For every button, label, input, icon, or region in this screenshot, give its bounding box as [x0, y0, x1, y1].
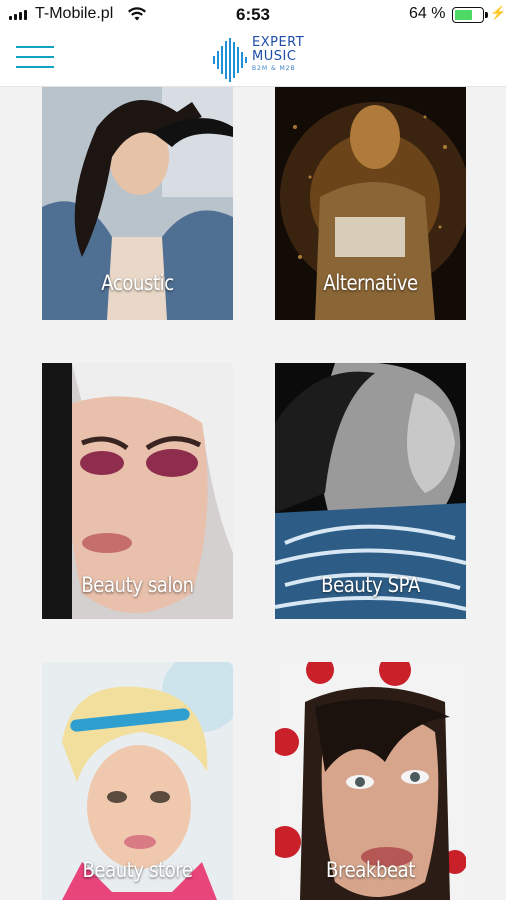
category-tile-acoustic[interactable]: Acoustic [42, 87, 233, 320]
category-label: Alternative [323, 271, 418, 295]
charging-icon: ⚡ [490, 5, 506, 20]
logo-line-2: MUSIC [252, 49, 297, 64]
category-label: Breakbeat [326, 858, 415, 882]
battery-tip [485, 12, 488, 18]
logo-line-1: EXPERT [252, 35, 305, 50]
menu-line [16, 66, 54, 68]
category-tile-beauty-store[interactable]: Beauty store [42, 662, 233, 900]
status-bar: T-Mobile.pl 6:53 64 % ⚡ [0, 0, 506, 30]
battery-percent: 64 % [409, 5, 446, 22]
carrier-name: T-Mobile.pl [35, 5, 114, 22]
category-label: Beauty store [82, 858, 193, 882]
menu-line [16, 56, 54, 58]
equalizer-logo-icon [213, 38, 247, 82]
category-tile-alternative[interactable]: Alternative [275, 87, 466, 320]
category-tile-breakbeat[interactable]: Breakbeat [275, 662, 466, 900]
category-label: Acoustic [101, 271, 174, 295]
app-header: EXPERT MUSIC B2M & M2B [0, 30, 506, 87]
signal-icon [9, 10, 27, 20]
wifi-icon [127, 6, 147, 27]
category-grid: Acoustic Alternative Beauty salon Beauty… [0, 87, 506, 900]
category-label: Beauty SPA [321, 573, 420, 597]
expert-music-logo[interactable]: EXPERT MUSIC B2M & M2B [212, 34, 304, 84]
logo-line-3: B2M & M2B [252, 65, 296, 72]
category-label: Beauty salon [81, 573, 194, 597]
menu-button[interactable] [16, 43, 54, 73]
category-tile-beauty-spa[interactable]: Beauty SPA [275, 363, 466, 619]
category-tile-beauty-salon[interactable]: Beauty salon [42, 363, 233, 619]
menu-line [16, 46, 54, 48]
battery-icon [452, 7, 484, 23]
logo-text: EXPERT MUSIC B2M & M2B [252, 36, 304, 73]
